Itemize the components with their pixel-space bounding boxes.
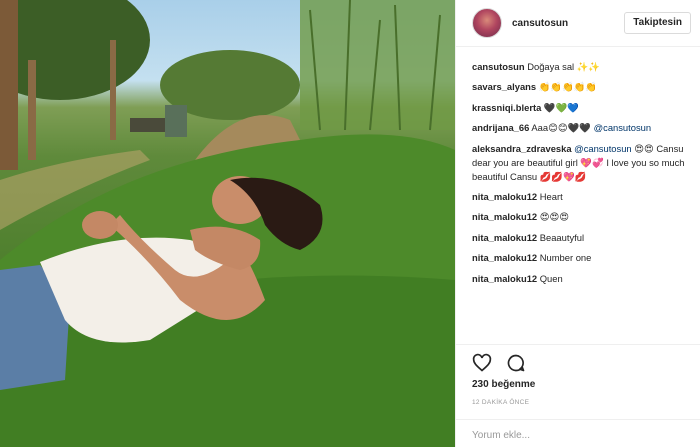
add-comment-input[interactable] xyxy=(472,426,672,444)
comment-item: nita_maloku12 Beaautyful xyxy=(472,231,694,245)
comment-author[interactable]: nita_maloku12 xyxy=(472,252,537,263)
comment-text: Quen xyxy=(539,272,563,284)
comment-text: Doğaya sal ✨✨ xyxy=(527,61,601,72)
post-actions-bar: 230 beğenme 12 DAKİKA ÖNCE xyxy=(456,344,700,447)
comment-text: 🖤💚💙 xyxy=(543,101,579,113)
likes-count[interactable]: 230 beğenme xyxy=(472,379,535,390)
comment-item: krassniqi.blerta 🖤💚💙 xyxy=(472,101,694,115)
post-photo[interactable] xyxy=(0,0,455,447)
post-timestamp: 12 DAKİKA ÖNCE xyxy=(472,399,530,406)
comment-item: aleksandra_zdraveska @cansutosun 😍😍 Cans… xyxy=(472,142,694,184)
comment-text: Beaautyful xyxy=(539,231,585,243)
add-comment-row xyxy=(456,419,700,447)
profile-avatar[interactable] xyxy=(472,8,502,38)
comment-author[interactable]: nita_maloku12 xyxy=(472,191,537,202)
comment-item: nita_maloku12 Number one xyxy=(472,251,694,265)
comment-author[interactable]: nita_maloku12 xyxy=(472,232,537,243)
comment-author[interactable]: aleksandra_zdraveska xyxy=(472,143,572,154)
post-header: cansutosun Takiptesin xyxy=(456,0,700,47)
comment-item: andrijana_66 Aaa😊😊🖤🖤 @cansutosun xyxy=(472,121,694,135)
comment-text: Heart xyxy=(539,190,563,202)
following-button[interactable]: Takiptesin xyxy=(624,12,691,34)
action-icons xyxy=(472,353,526,373)
comment-text: 😍😍😍 xyxy=(539,211,570,223)
comment-item: nita_maloku12 Quen xyxy=(472,272,694,286)
comment-author[interactable]: nita_maloku12 xyxy=(472,273,537,284)
post-side-panel: cansutosun Takiptesin cansutosun Doğaya … xyxy=(455,0,700,447)
comment-text: Aaa😊😊🖤🖤 xyxy=(531,122,591,134)
comment-item: nita_maloku12 Heart xyxy=(472,190,694,204)
comment-mention[interactable]: @cansutosun xyxy=(594,122,651,133)
comment-item: cansutosun Doğaya sal ✨✨ xyxy=(472,60,694,74)
comment-author[interactable]: krassniqi.blerta xyxy=(472,102,541,113)
comment-text: Number one xyxy=(539,252,592,264)
comment-bubble-icon[interactable] xyxy=(506,353,526,373)
heart-icon[interactable] xyxy=(472,353,492,373)
comment-item: nita_maloku12 😍😍😍 xyxy=(472,210,694,224)
post-photo-illustration xyxy=(0,0,455,447)
comment-author[interactable]: cansutosun xyxy=(472,61,525,72)
comment-mention[interactable]: @cansutosun xyxy=(574,143,631,154)
comment-author[interactable]: nita_maloku12 xyxy=(472,211,537,222)
comment-item: savars_alyans 👏👏👏👏👏 xyxy=(472,80,694,94)
comment-author[interactable]: andrijana_66 xyxy=(472,122,529,133)
comments-list: cansutosun Doğaya sal ✨✨ savars_alyans 👏… xyxy=(472,60,694,292)
comment-author[interactable]: savars_alyans xyxy=(472,81,536,92)
username[interactable]: cansutosun xyxy=(512,18,568,29)
comment-text: 👏👏👏👏👏 xyxy=(538,81,598,93)
